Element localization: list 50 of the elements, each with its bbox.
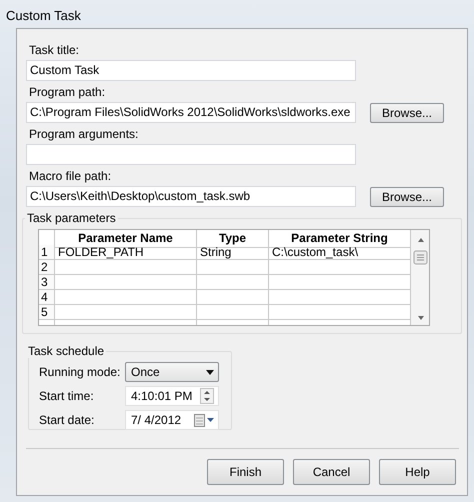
row-number: 4 bbox=[39, 290, 55, 305]
dialog-button[interactable]: Help bbox=[379, 459, 456, 485]
date-field[interactable]: 7/ 4/2012 bbox=[125, 410, 219, 430]
table-cell[interactable]: String bbox=[197, 245, 269, 260]
parameter-grid[interactable]: Parameter Name Type Parameter String 1 FOLDER_PATH String C:\custom_task\ 2 3 4 5 bbox=[38, 229, 430, 326]
table-cell[interactable] bbox=[55, 305, 197, 320]
group-title: Task schedule bbox=[27, 344, 106, 358]
field-label: Start date: bbox=[39, 413, 96, 427]
column-header[interactable]: Parameter Name bbox=[55, 230, 197, 248]
table-cell[interactable] bbox=[55, 275, 197, 290]
table-cell[interactable] bbox=[197, 290, 269, 305]
column-header[interactable]: Type bbox=[197, 230, 269, 248]
row-number: 1 bbox=[39, 245, 55, 260]
table-cell[interactable]: FOLDER_PATH bbox=[55, 245, 197, 260]
table-cell[interactable] bbox=[197, 275, 269, 290]
table-cell[interactable] bbox=[269, 290, 411, 305]
table-cell[interactable] bbox=[197, 305, 269, 320]
row-number: 3 bbox=[39, 275, 55, 290]
browse-button[interactable]: Browse... bbox=[370, 186, 444, 206]
window-title: Custom Task bbox=[6, 6, 82, 24]
field-label: Running mode: bbox=[39, 365, 122, 379]
table-cell[interactable] bbox=[269, 305, 411, 320]
row-number: 5 bbox=[39, 305, 55, 320]
table-cell[interactable]: C:\custom_task\ bbox=[269, 245, 411, 260]
text-field[interactable] bbox=[26, 144, 356, 165]
spinner-arrows-icon[interactable] bbox=[200, 388, 214, 404]
dropdown-caret-icon bbox=[206, 370, 214, 374]
time-field[interactable]: 4:10:01 PM bbox=[125, 386, 219, 406]
field-label: Macro file path: bbox=[28, 168, 112, 183]
calendar-dropdown-icon[interactable] bbox=[194, 414, 214, 426]
dialog-button[interactable]: Finish bbox=[207, 459, 284, 485]
field-label: Program arguments: bbox=[28, 126, 140, 141]
table-cell[interactable] bbox=[269, 275, 411, 290]
field-label: Program path: bbox=[28, 84, 106, 99]
table-cell[interactable] bbox=[197, 260, 269, 275]
browse-button[interactable]: Browse... bbox=[370, 102, 444, 122]
text-field[interactable]: C:\Program Files\SolidWorks 2012\SolidWorks\sldworks.exe bbox=[26, 102, 356, 123]
group-title: Task parameters bbox=[26, 211, 117, 225]
field-label: Start time: bbox=[39, 389, 95, 403]
field-label: Task title: bbox=[28, 42, 80, 57]
dialog-button[interactable]: Cancel bbox=[293, 459, 370, 485]
column-header[interactable]: Parameter String bbox=[269, 230, 411, 248]
text-field[interactable]: C:\Users\Keith\Desktop\custom_task.swb bbox=[26, 186, 356, 207]
running-mode-dropdown[interactable]: Once bbox=[125, 362, 219, 382]
table-cell[interactable] bbox=[55, 260, 197, 275]
vertical-scrollbar[interactable] bbox=[411, 230, 429, 325]
row-number: 2 bbox=[39, 260, 55, 275]
table-cell[interactable] bbox=[55, 290, 197, 305]
text-field[interactable]: Custom Task bbox=[26, 60, 356, 81]
table-cell[interactable] bbox=[269, 260, 411, 275]
